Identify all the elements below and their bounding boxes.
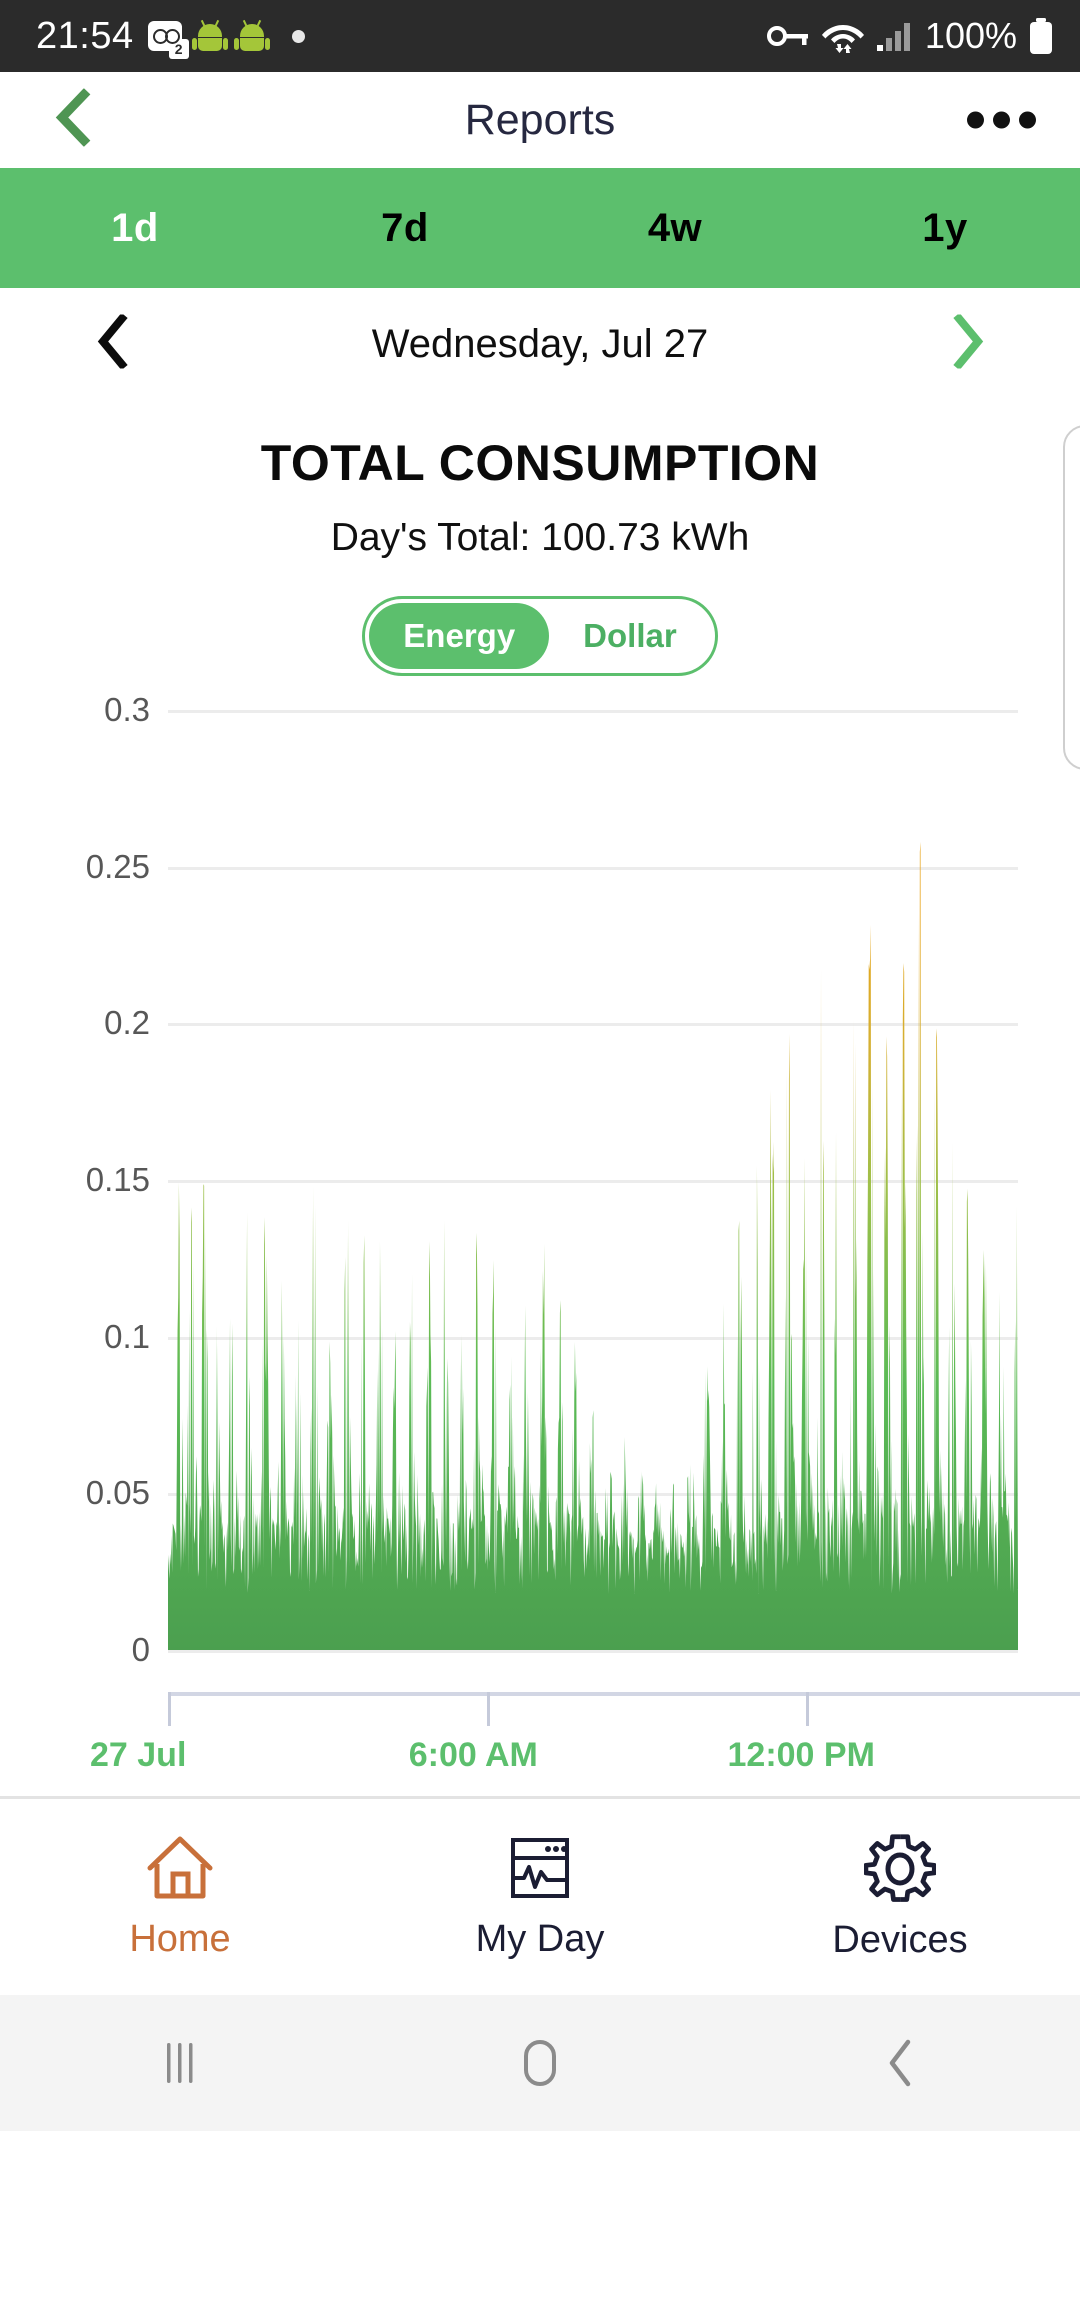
android-robot-icon xyxy=(191,19,228,52)
dot-indicator-icon xyxy=(291,29,305,43)
y-axis-tick-label: 0.15 xyxy=(85,1161,150,1198)
wifi-icon xyxy=(821,25,864,53)
voicemail-icon: 2 xyxy=(147,21,189,59)
x-axis: 27 Jul 6:00 AM 12:00 PM xyxy=(0,1650,1080,1790)
more-options-icon xyxy=(1019,111,1036,129)
nav-label-home: Home xyxy=(129,1917,231,1960)
days-total-value: Day's Total: 100.73 kWh xyxy=(330,516,750,559)
home-icon xyxy=(147,1836,213,1898)
system-home-button[interactable] xyxy=(360,2037,720,2089)
more-options-button[interactable] xyxy=(967,111,1036,129)
status-clock: 21:54 xyxy=(36,14,134,57)
system-back-button[interactable] xyxy=(720,2038,1080,2088)
y-axis-tick-label: 0.05 xyxy=(85,1474,150,1512)
x-axis-tick-label: 12:00 PM xyxy=(727,1736,875,1774)
vpn-key-icon xyxy=(766,26,808,46)
total-consumption-title: TOTAL CONSUMPTION xyxy=(260,435,820,491)
unit-option-energy[interactable]: Energy xyxy=(369,603,550,669)
y-axis-tick-label: 0.1 xyxy=(104,1317,150,1355)
unit-toggle[interactable]: Energy Dollar xyxy=(362,596,718,676)
chart-plot-area[interactable] xyxy=(168,710,1018,1653)
my-day-icon xyxy=(511,1837,569,1898)
range-tab-bar: 1d 7d 4w 1y xyxy=(0,168,1080,288)
voicemail-count: 2 xyxy=(168,39,189,59)
chevron-left-icon xyxy=(97,312,128,371)
x-axis-tick xyxy=(805,1692,809,1726)
area-series-svg xyxy=(168,841,1018,1650)
back-button[interactable] xyxy=(52,88,92,152)
chevron-left-icon xyxy=(55,88,91,147)
x-axis-tick-label: 6:00 AM xyxy=(408,1736,538,1774)
y-axis-labels: 0 0.05 0.1 0.15 0.2 0.25 0.3 xyxy=(0,691,150,1668)
page-title: Reports xyxy=(464,95,616,144)
x-axis-tick-label: 27 Jul xyxy=(90,1736,187,1774)
app-header: Reports xyxy=(0,72,1080,168)
unit-option-dollar[interactable]: Dollar xyxy=(549,603,711,669)
more-options-icon xyxy=(967,111,984,129)
unit-toggle-wrapper: Energy Dollar xyxy=(0,596,1080,676)
nav-item-devices[interactable]: Devices xyxy=(720,1833,1080,1962)
android-system-nav xyxy=(0,1995,1080,2131)
android-robot-icon xyxy=(233,19,270,52)
more-options-icon xyxy=(993,111,1010,129)
system-recents-button[interactable] xyxy=(0,2039,360,2087)
x-axis-tick xyxy=(168,1692,171,1726)
status-bar-right: 100% xyxy=(766,15,1054,57)
x-axis-tick xyxy=(486,1692,490,1726)
tab-4w[interactable]: 4w xyxy=(540,206,810,251)
tab-1d[interactable]: 1d xyxy=(0,206,270,251)
status-bar-left: 21:54 2 xyxy=(36,14,305,59)
y-axis-tick-label: 0.25 xyxy=(85,847,150,885)
chevron-right-icon xyxy=(953,312,984,371)
gear-icon xyxy=(864,1833,936,1902)
selected-date: Wednesday, Jul 27 xyxy=(371,321,709,366)
nav-item-home[interactable]: Home xyxy=(0,1834,360,1961)
recents-icon xyxy=(167,2043,193,2083)
x-axis-line xyxy=(168,1692,1080,1696)
consumption-chart[interactable]: 0 0.05 0.1 0.15 0.2 0.25 0.3 xyxy=(0,691,1080,1668)
nav-label-my-day: My Day xyxy=(475,1917,605,1960)
y-axis-tick-label: 0.2 xyxy=(104,1004,150,1042)
nav-label-devices: Devices xyxy=(832,1918,968,1961)
bottom-navigation: Home My Day Devices xyxy=(0,1799,1080,1995)
signal-bars-icon xyxy=(876,23,910,51)
battery-full-icon xyxy=(1030,18,1052,54)
next-day-button[interactable] xyxy=(951,312,985,374)
previous-day-button[interactable] xyxy=(95,312,129,374)
date-navigator: Wednesday, Jul 27 xyxy=(0,288,1080,400)
nav-item-my-day[interactable]: My Day xyxy=(360,1834,720,1961)
tab-1y[interactable]: 1y xyxy=(810,206,1080,251)
back-icon xyxy=(889,2039,911,2087)
chart-area-series xyxy=(168,710,1018,1650)
tab-7d[interactable]: 7d xyxy=(270,206,540,251)
status-bar: 21:54 2 100% xyxy=(0,0,1080,72)
y-axis-tick-label: 0.3 xyxy=(104,691,150,728)
battery-percent: 100% xyxy=(924,15,1017,56)
home-circle-icon xyxy=(524,2040,556,2086)
